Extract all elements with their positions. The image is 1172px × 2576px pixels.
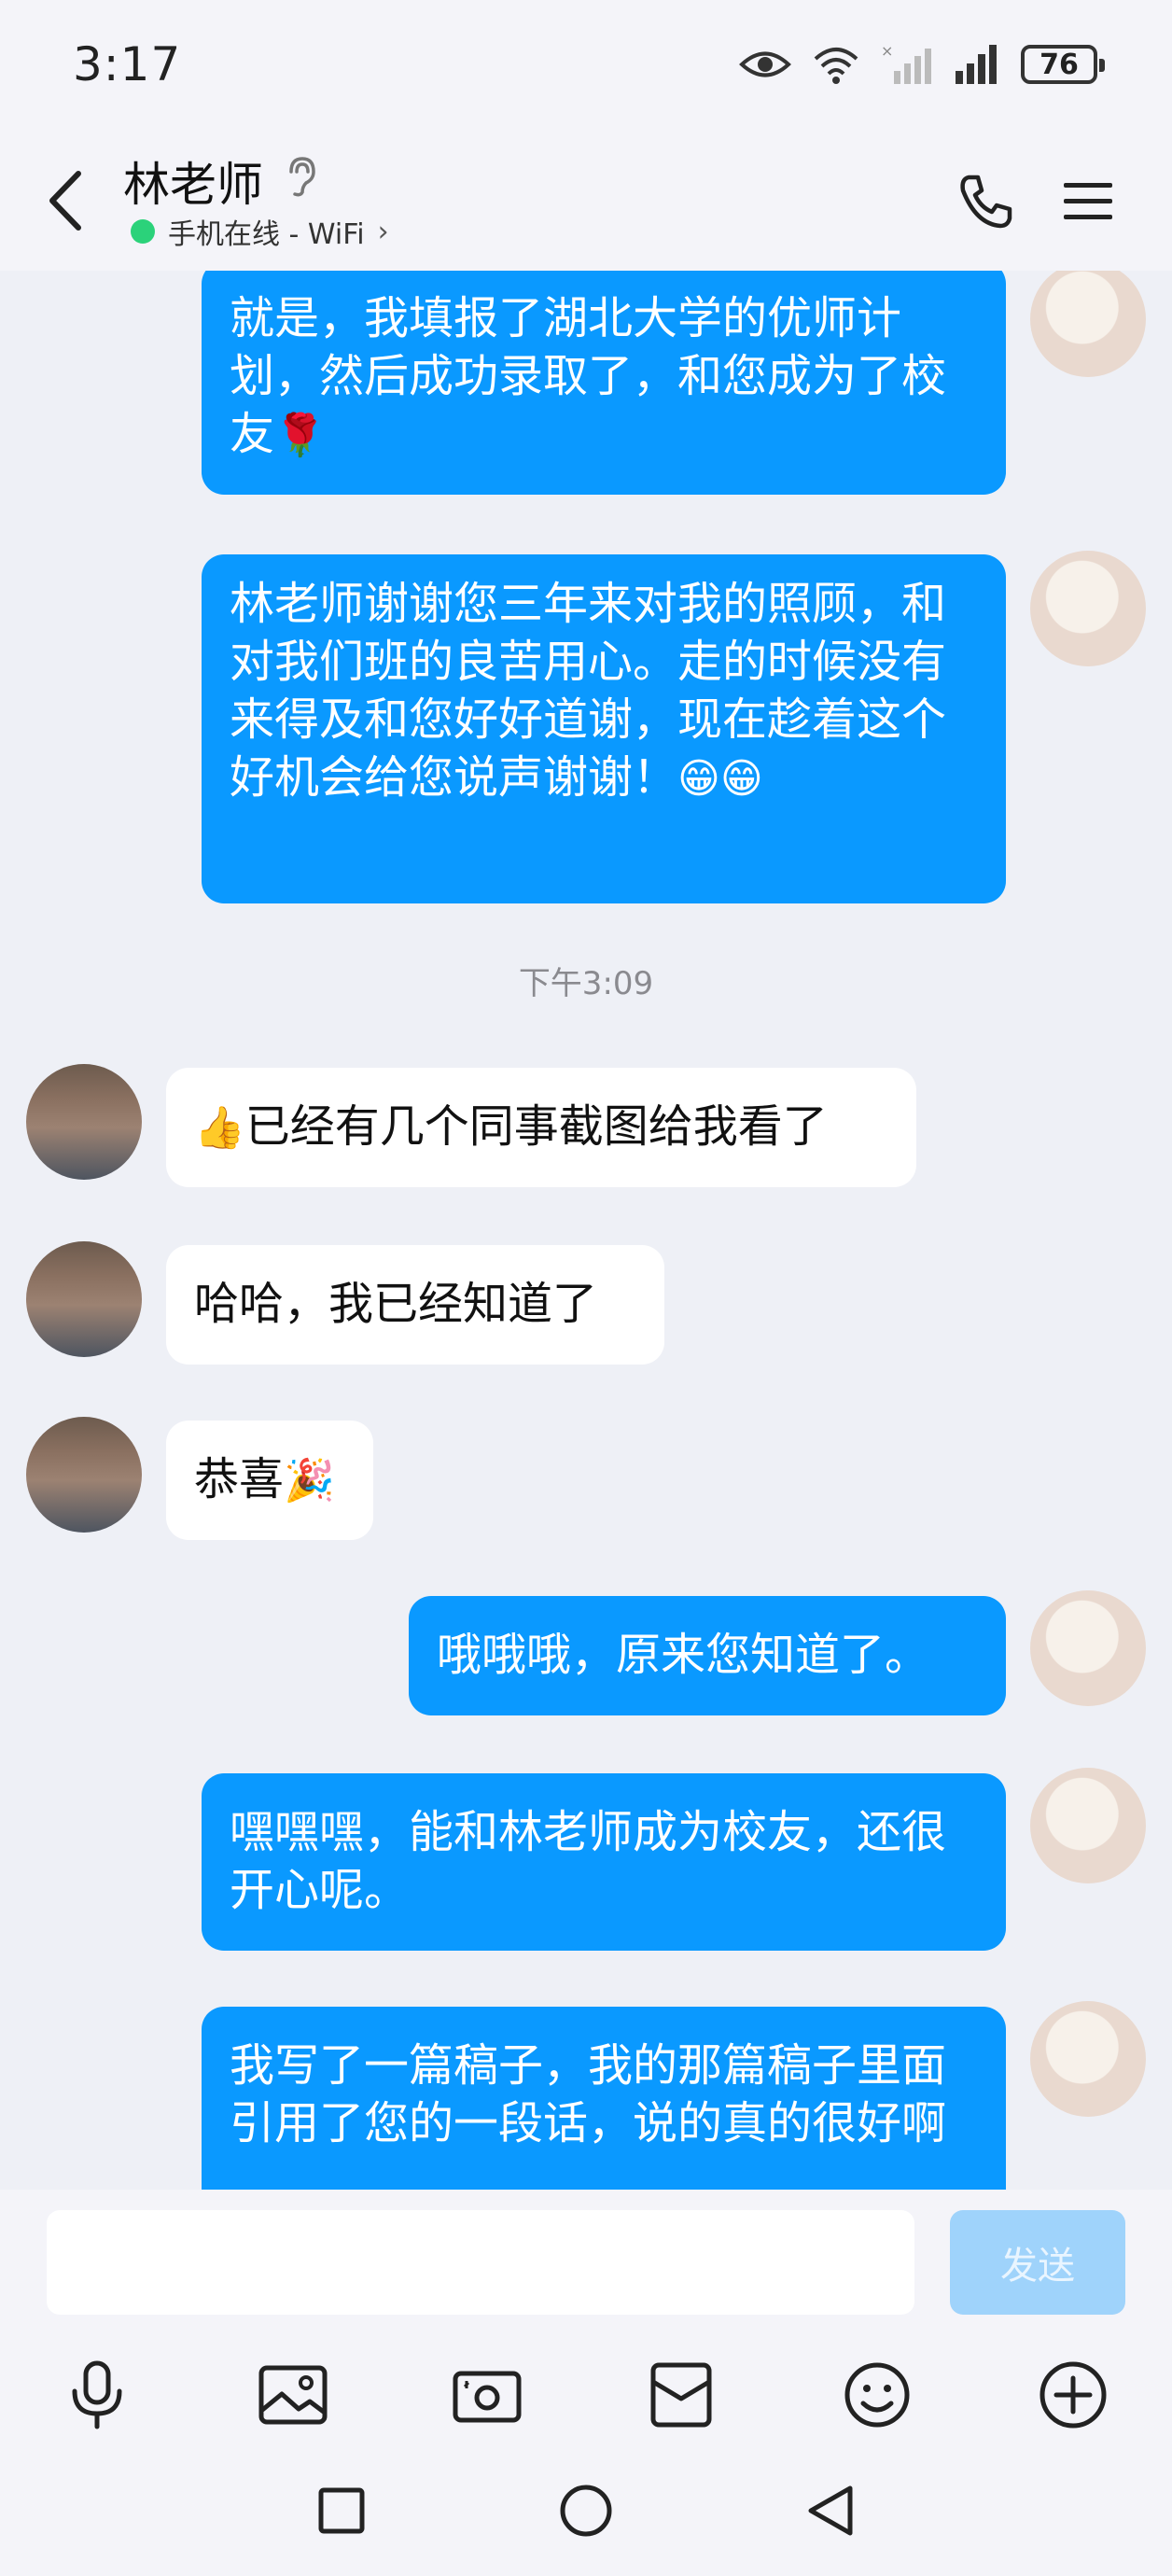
message-text: 我写了一篇稿子，我的那篇稿子里面引用了您的一段话，说的真的很好啊 <box>230 2039 947 2149</box>
message-bubble-received[interactable]: 哈哈，我已经知道了 <box>166 1245 664 1365</box>
signal-off-icon: × <box>881 43 931 84</box>
more-button[interactable] <box>1026 2348 1120 2442</box>
camera-button[interactable] <box>440 2348 534 2442</box>
triangle-back-icon <box>808 2485 853 2536</box>
contact-avatar[interactable] <box>26 1064 142 1180</box>
input-toolbar <box>0 2348 1172 2451</box>
back-button[interactable] <box>28 159 103 243</box>
signal-icon <box>956 45 997 84</box>
chevron-right-icon: › <box>377 215 389 248</box>
message-text: 已经有几个同事截图给我看了 <box>244 1100 828 1153</box>
status-icons: × 76 <box>739 41 1105 88</box>
contact-avatar[interactable] <box>26 1417 142 1533</box>
message-bubble-sent[interactable]: 哦哦哦，原来您知道了。 <box>409 1596 1006 1715</box>
ear-icon[interactable] <box>284 155 317 198</box>
my-avatar[interactable] <box>1030 1590 1146 1706</box>
eye-icon <box>739 51 791 77</box>
microphone-icon <box>72 2360 122 2429</box>
message-text: 嘿嘿嘿，能和林老师成为校友，还很开心呢。 <box>230 1806 947 1916</box>
chat-header: 林老师 手机在线 - WiFi › <box>0 131 1172 271</box>
circle-icon <box>560 2485 612 2537</box>
message-text: 恭喜 <box>194 1453 285 1505</box>
hamburger-menu-icon <box>1064 183 1112 219</box>
wifi-icon <box>814 48 858 84</box>
home-button[interactable] <box>549 2473 623 2548</box>
system-back-button[interactable] <box>793 2473 868 2548</box>
menu-button[interactable] <box>1051 164 1125 239</box>
plus-icon <box>1039 2361 1107 2429</box>
my-avatar[interactable] <box>1030 271 1146 377</box>
send-button[interactable]: 发送 <box>950 2210 1125 2315</box>
my-avatar[interactable] <box>1030 2001 1146 2117</box>
message-bubble-sent[interactable]: 就是，我填报了湖北大学的优师计划，然后成功录取了，和您成为了校友🌹 <box>202 271 1006 495</box>
message-text: 哦哦哦，原来您知道了。 <box>437 1629 930 1681</box>
contact-name[interactable]: 林老师 <box>123 147 263 215</box>
my-avatar[interactable] <box>1030 1768 1146 1883</box>
party-popper-emoji: 🎉 <box>284 1457 335 1505</box>
phone-icon <box>960 175 1012 229</box>
grinning-emoji: 😁😁 <box>677 755 763 803</box>
message-bubble-sent[interactable]: 我写了一篇稿子，我的那篇稿子里面引用了您的一段话，说的真的很好啊 <box>202 2007 1006 2190</box>
emoji-button[interactable] <box>830 2348 924 2442</box>
contact-avatar[interactable] <box>26 1241 142 1357</box>
message-text: 林老师谢谢您三年来对我的照顾，和对我们班的良苦用心。走的时候没有来得及和您好好道… <box>230 578 947 804</box>
message-bubble-sent[interactable]: 林老师谢谢您三年来对我的照顾，和对我们班的良苦用心。走的时候没有来得及和您好好道… <box>202 554 1006 903</box>
rose-emoji: 🌹 <box>274 412 326 459</box>
system-nav-bar <box>0 2445 1172 2576</box>
my-avatar[interactable] <box>1030 551 1146 666</box>
call-button[interactable] <box>948 164 1023 239</box>
status-time: 3:17 <box>73 37 182 91</box>
message-input[interactable] <box>47 2210 914 2315</box>
thumbs-up-emoji: 👍 <box>194 1104 245 1152</box>
chevron-left-icon <box>49 171 81 231</box>
recent-apps-button[interactable] <box>304 2473 379 2548</box>
online-dot-icon <box>131 219 155 244</box>
online-status-text: 手机在线 - WiFi <box>168 218 365 251</box>
file-icon <box>650 2362 712 2428</box>
emoji-icon <box>844 2362 910 2428</box>
file-button[interactable] <box>635 2348 728 2442</box>
image-button[interactable] <box>246 2348 340 2442</box>
voice-button[interactable] <box>50 2348 144 2442</box>
message-bubble-received[interactable]: 👍已经有几个同事截图给我看了 <box>166 1068 916 1187</box>
svg-text:×: × <box>881 43 893 60</box>
square-icon <box>318 2487 365 2534</box>
battery-indicator: 76 <box>1021 45 1105 84</box>
message-bubble-received[interactable]: 恭喜🎉 <box>166 1421 373 1540</box>
chat-message-list[interactable]: 就是，我填报了湖北大学的优师计划，然后成功录取了，和您成为了校友🌹 林老师谢谢您… <box>0 271 1172 2190</box>
message-bubble-sent[interactable]: 嘿嘿嘿，能和林老师成为校友，还很开心呢。 <box>202 1773 1006 1951</box>
online-status[interactable]: 手机在线 - WiFi › <box>131 211 389 252</box>
message-text: 哈哈，我已经知道了 <box>194 1278 598 1330</box>
time-separator: 下午3:09 <box>518 965 654 1002</box>
message-text: 就是，我填报了湖北大学的优师计划，然后成功录取了，和您成为了校友 <box>230 292 947 460</box>
status-bar: 3:17 × 76 <box>0 0 1172 131</box>
camera-icon <box>453 2371 522 2423</box>
image-icon <box>258 2365 328 2425</box>
